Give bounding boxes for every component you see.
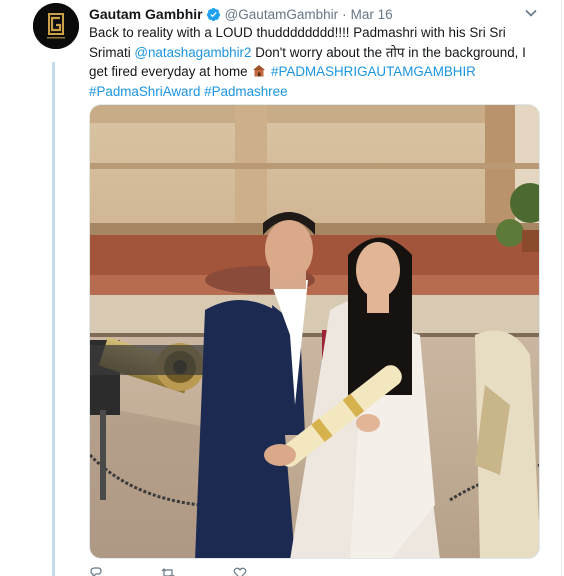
house-emoji-icon (252, 63, 266, 77)
hashtag-link[interactable]: #PADMASHRIGAUTAMGAMBHIR (271, 64, 476, 79)
tweet-text: Back to reality with a LOUD thudddddddd!… (89, 23, 529, 101)
timeline-border (561, 0, 562, 576)
heart-icon (233, 566, 247, 576)
reply-button[interactable] (89, 566, 103, 576)
mention-link[interactable]: @natashagambhir2 (134, 45, 251, 60)
author-handle[interactable]: @GautamGambhir (225, 7, 339, 22)
tweet-timestamp[interactable]: Mar 16 (351, 7, 393, 22)
avatar[interactable] (33, 3, 79, 49)
verified-badge-icon (206, 7, 221, 22)
reply-icon (89, 566, 103, 576)
tweet-header: Gautam Gambhir @GautamGambhir · Mar 16 (89, 5, 393, 23)
thread-connector-line (52, 62, 55, 576)
retweet-button[interactable] (161, 566, 175, 576)
author-name[interactable]: Gautam Gambhir (89, 6, 203, 22)
tweet-photo[interactable] (89, 104, 540, 559)
hashtag-link[interactable]: #Padmashree (204, 84, 287, 99)
retweet-icon (161, 566, 175, 576)
tweet-actions (89, 566, 389, 576)
chevron-down-icon[interactable] (524, 6, 538, 20)
hashtag-link[interactable]: #PadmaShriAward (89, 84, 200, 99)
header-separator: · (342, 6, 347, 22)
like-button[interactable] (233, 566, 247, 576)
